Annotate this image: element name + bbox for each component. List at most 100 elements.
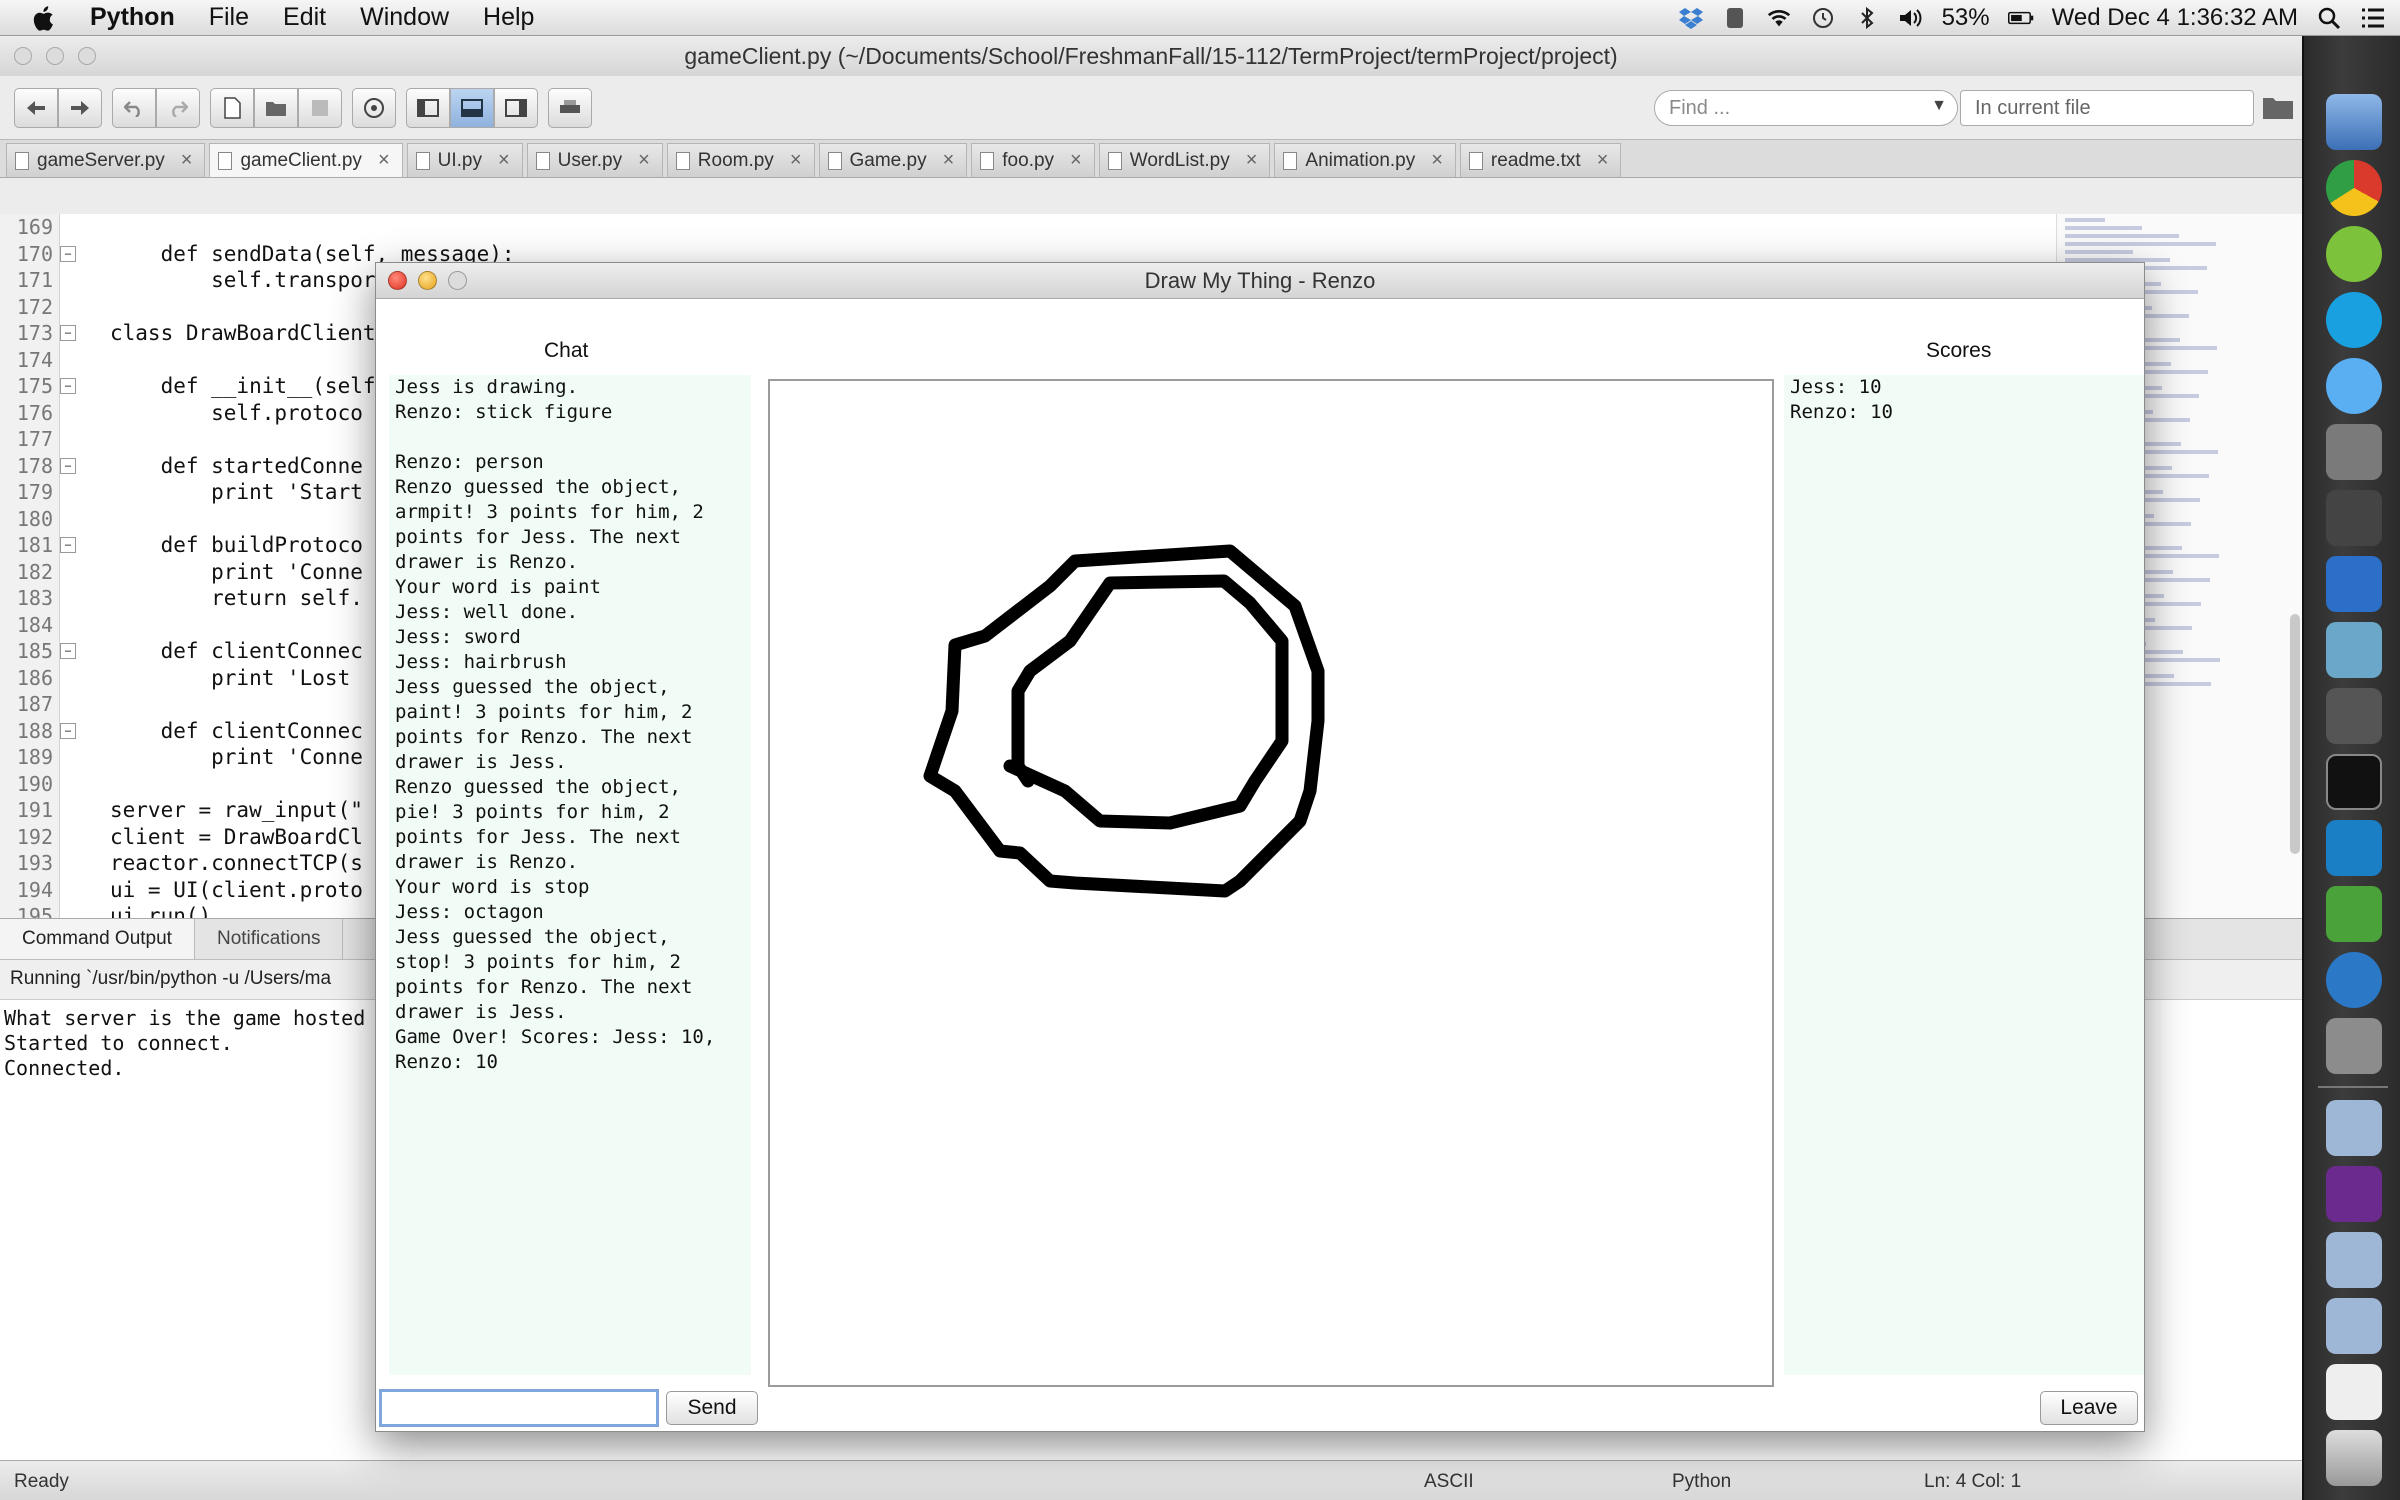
tab-close-icon[interactable]: ×: [943, 149, 955, 172]
tab-notifications[interactable]: Notifications: [195, 919, 344, 959]
status-language[interactable]: Python: [1672, 1471, 1731, 1493]
print-button[interactable]: [548, 87, 592, 128]
browse-folder-icon[interactable]: [2262, 94, 2294, 120]
file-tab[interactable]: foo.py ×: [971, 143, 1095, 177]
drawing-canvas[interactable]: [768, 379, 1774, 1387]
dropbox-status-icon[interactable]: [1678, 5, 1704, 31]
file-tab[interactable]: gameServer.py ×: [6, 143, 206, 177]
tab-close-icon[interactable]: ×: [378, 149, 390, 172]
status-encoding[interactable]: ASCII: [1424, 1471, 1474, 1493]
run-target-button[interactable]: [352, 87, 396, 128]
time-machine-icon[interactable]: [1810, 5, 1836, 31]
back-button[interactable]: [14, 87, 58, 128]
battery-icon[interactable]: [2007, 5, 2034, 31]
file-dock-icon[interactable]: [2326, 1364, 2382, 1420]
fold-toggle-icon[interactable]: −: [60, 537, 76, 553]
fold-toggle-icon[interactable]: −: [60, 325, 76, 341]
steam-dock-icon[interactable]: [2326, 688, 2382, 744]
file-tab[interactable]: readme.txt ×: [1459, 143, 1622, 177]
open-file-button[interactable]: [254, 87, 298, 128]
game-close-button[interactable]: [388, 271, 407, 290]
fold-toggle-icon[interactable]: −: [60, 457, 76, 474]
wifi-icon[interactable]: [1766, 5, 1792, 31]
apple-menu-icon[interactable]: [30, 3, 60, 33]
evernote-dock-icon[interactable]: [2326, 886, 2382, 942]
preview-dock-icon[interactable]: [2326, 622, 2382, 678]
fold-toggle-icon[interactable]: −: [60, 245, 76, 262]
gimp-dock-icon[interactable]: [2326, 490, 2382, 546]
file-tab[interactable]: Animation.py ×: [1274, 143, 1456, 177]
messages-dock-icon[interactable]: [2326, 358, 2382, 414]
terminal-dock-icon[interactable]: [2326, 754, 2382, 810]
tab-close-icon[interactable]: ×: [181, 149, 193, 172]
game-title-bar[interactable]: Draw My Thing - Renzo: [376, 263, 2144, 299]
quicktime-dock-icon[interactable]: [2326, 952, 2382, 1008]
word-dock-icon[interactable]: [2326, 820, 2382, 876]
layout-left-button[interactable]: [406, 87, 450, 128]
fold-toggle-icon[interactable]: −: [60, 378, 76, 394]
minimap-scrollbar[interactable]: [2290, 614, 2300, 854]
skype-dock-icon[interactable]: [2326, 292, 2382, 348]
menu-window[interactable]: Window: [360, 3, 449, 32]
applications-folder-dock-icon[interactable]: [2326, 1100, 2382, 1156]
game-zoom-button[interactable]: [448, 271, 467, 290]
file-tab[interactable]: gameClient.py ×: [209, 143, 403, 177]
tab-close-icon[interactable]: ×: [1070, 149, 1082, 172]
new-file-button[interactable]: [210, 87, 254, 128]
find-dropdown-icon[interactable]: ▼: [1931, 97, 1947, 115]
file-tab[interactable]: WordList.py ×: [1098, 143, 1271, 177]
editor-close-button[interactable]: [14, 47, 32, 65]
menu-clock[interactable]: Wed Dec 4 1:36:32 AM: [2052, 4, 2298, 32]
save-button[interactable]: [298, 87, 342, 128]
file-tab[interactable]: UI.py ×: [406, 143, 523, 177]
chat-input[interactable]: [379, 1389, 659, 1427]
forward-button[interactable]: [58, 87, 102, 128]
chat-log[interactable]: Jess is drawing. Renzo: stick figure Renzo…: [389, 375, 751, 1375]
tab-close-icon[interactable]: ×: [638, 149, 650, 172]
file-tab[interactable]: Game.py ×: [818, 143, 968, 177]
file-tab[interactable]: User.py ×: [526, 143, 663, 177]
game-minimize-button[interactable]: [418, 271, 437, 290]
redo-button[interactable]: [156, 87, 200, 128]
menu-app-name[interactable]: Python: [90, 3, 175, 32]
undo-button[interactable]: [112, 87, 156, 128]
evernote-status-icon[interactable]: [1722, 5, 1748, 31]
documents-folder-dock-icon[interactable]: [2326, 1232, 2382, 1288]
spotify-dock-icon[interactable]: [2326, 226, 2382, 282]
file-tab[interactable]: Room.py ×: [666, 143, 815, 177]
tab-close-icon[interactable]: ×: [498, 149, 510, 172]
search-scope-select[interactable]: In current file: [1960, 90, 2254, 126]
volume-icon[interactable]: [1898, 5, 1924, 31]
menu-file[interactable]: File: [209, 3, 249, 32]
fold-toggle-icon[interactable]: −: [60, 643, 76, 659]
editor-title-bar[interactable]: gameClient.py (~/Documents/School/Freshm…: [0, 36, 2302, 76]
tab-command-output[interactable]: Command Output: [0, 919, 195, 959]
editor-zoom-button[interactable]: [78, 47, 96, 65]
system-preferences-dock-icon[interactable]: [2326, 424, 2382, 480]
tab-close-icon[interactable]: ×: [790, 149, 802, 172]
menu-help[interactable]: Help: [483, 3, 534, 32]
stack-dock-icon[interactable]: [2326, 1166, 2382, 1222]
spotlight-search-icon[interactable]: [2316, 5, 2342, 31]
chrome-dock-icon[interactable]: [2326, 160, 2382, 216]
leave-button[interactable]: Leave: [2040, 1391, 2138, 1425]
find-input[interactable]: Find ... ▼: [1654, 90, 1958, 126]
editor-minimize-button[interactable]: [46, 47, 64, 65]
minimap-line: [2065, 234, 2179, 238]
tab-close-icon[interactable]: ×: [1246, 149, 1258, 172]
send-button[interactable]: Send: [666, 1391, 758, 1425]
downloads-folder-dock-icon[interactable]: [2326, 1298, 2382, 1354]
fold-toggle-icon[interactable]: −: [60, 722, 76, 739]
notification-center-icon[interactable]: [2360, 5, 2386, 31]
tab-close-icon[interactable]: ×: [1597, 149, 1609, 172]
layout-bottom-button[interactable]: [450, 87, 494, 128]
finder-dock-icon[interactable]: [2326, 94, 2382, 150]
menu-edit[interactable]: Edit: [283, 3, 326, 32]
trash-dock-icon[interactable]: [2326, 1430, 2382, 1486]
layout-right-button[interactable]: [494, 87, 538, 128]
tab-close-icon[interactable]: ×: [1431, 149, 1443, 172]
launchpad-dock-icon[interactable]: [2326, 1018, 2382, 1074]
minimap-line: [2065, 218, 2105, 222]
bluetooth-icon[interactable]: [1854, 5, 1880, 31]
xcode-dock-icon[interactable]: [2326, 556, 2382, 612]
